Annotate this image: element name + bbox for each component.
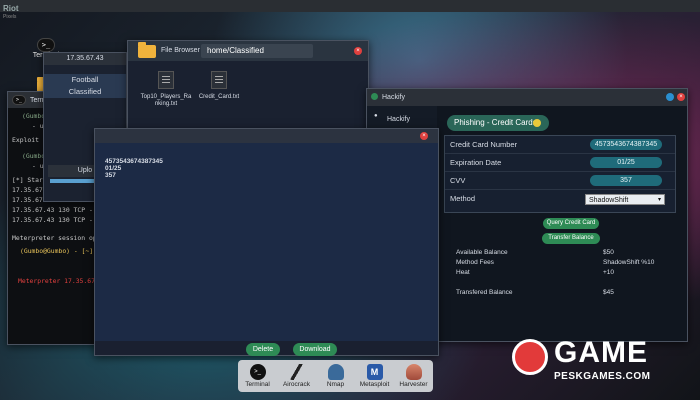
status-dot-icon	[533, 119, 541, 127]
harvester-icon	[405, 364, 422, 380]
terminal-icon: >_	[37, 38, 55, 52]
metasploit-shield-icon: M	[366, 364, 383, 380]
nmap-eye-icon	[327, 364, 344, 380]
transferred-balance-value: $45	[603, 289, 614, 296]
text-file-icon	[211, 71, 227, 89]
terminal-icon: >_	[12, 95, 26, 105]
close-icon[interactable]: ×	[677, 93, 685, 101]
download-button[interactable]: Download	[293, 343, 337, 356]
hackify-title: Hackify	[382, 94, 405, 101]
form-row-cvv: CVV 357	[445, 172, 675, 190]
card-number-field[interactable]: 4573543674387345	[590, 139, 662, 150]
available-balance-label: Available Balance	[456, 249, 508, 256]
close-icon[interactable]: ×	[354, 47, 362, 55]
close-icon[interactable]: ×	[420, 132, 428, 140]
folder-item-classified[interactable]: Classified	[44, 86, 126, 98]
file-browser-titlebar[interactable]: File Browser home/Classified ×	[128, 41, 368, 61]
heat-value: +10	[603, 269, 615, 276]
file-browser-title: File Browser	[161, 47, 200, 54]
sidebar-bullet: ●	[374, 113, 378, 119]
form-row-card-number: Credit Card Number 4573543674387345	[445, 136, 675, 154]
cvv-field[interactable]: 357	[590, 175, 662, 186]
hackify-titlebar[interactable]: Hackify ×	[367, 89, 687, 106]
file-item[interactable]: Credit_Card.txt	[194, 71, 244, 101]
app-dock: >_ Terminal Airocrack Nmap M Metasploit Ha…	[238, 360, 433, 392]
transfer-balance-button[interactable]: Transfer Balance	[542, 233, 600, 244]
query-credit-card-button[interactable]: Query Credit Card	[543, 218, 599, 229]
credit-card-form: Credit Card Number 4573543674387345 Expir…	[444, 135, 676, 213]
folder-icon	[138, 42, 156, 58]
minimize-icon[interactable]	[666, 93, 674, 101]
content-line: 357	[105, 172, 116, 179]
method-select[interactable]: ShadowShift ▾	[585, 194, 665, 205]
dock-item-terminal[interactable]: >_ Terminal	[241, 364, 275, 388]
content-line: 01/25	[105, 165, 122, 172]
gamepad-logo-icon	[512, 339, 548, 375]
content-line: 4573543674387345	[105, 158, 163, 165]
file-content: 4573543674387345 01/25 357	[105, 158, 163, 179]
dock-item-metasploit[interactable]: M Metasploit	[358, 364, 392, 388]
available-balance-value: $50	[603, 249, 614, 256]
hackify-logo-icon	[371, 93, 378, 100]
dock-item-harvester[interactable]: Harvester	[397, 364, 431, 388]
file-viewer-window: × 4573543674387345 01/25 357 Delete Down…	[94, 128, 439, 356]
top-bar	[0, 0, 700, 12]
text-file-icon	[158, 71, 174, 89]
airocrack-icon	[288, 364, 305, 380]
path-field[interactable]: home/Classified	[201, 44, 313, 58]
chevron-down-icon: ▾	[657, 197, 661, 203]
transferred-balance-label: Transfered Balance	[456, 289, 513, 296]
dock-item-nmap[interactable]: Nmap	[319, 364, 353, 388]
delete-button[interactable]: Delete	[246, 343, 280, 356]
method-fees-label: Method Fees	[456, 259, 494, 266]
file-viewer-titlebar[interactable]: ×	[95, 129, 438, 143]
riot-pixels-watermark: Riot Pixels	[3, 4, 19, 20]
target-ip: 17.35.67.43	[44, 53, 126, 65]
heat-label: Heat	[456, 269, 470, 276]
form-row-expiration: Expiration Date 01/25	[445, 154, 675, 172]
file-item[interactable]: Top10_Players_Ra nking.txt	[136, 71, 196, 108]
peskgames-watermark: GAME PESKGAMES.COM	[512, 337, 692, 387]
form-row-method: Method ShadowShift ▾	[445, 190, 675, 208]
method-fees-value: ShadowShift %10	[603, 259, 655, 266]
expiration-field[interactable]: 01/25	[590, 157, 662, 168]
upload-progress	[50, 179, 100, 183]
file-browser-window: File Browser home/Classified × Top10_Pla…	[127, 40, 369, 140]
terminal-icon: >_	[249, 364, 266, 380]
sidebar-item-hackify[interactable]: Hackify	[387, 116, 410, 123]
dock-item-airocrack[interactable]: Airocrack	[280, 364, 314, 388]
folder-item-football[interactable]: Football	[44, 74, 126, 86]
